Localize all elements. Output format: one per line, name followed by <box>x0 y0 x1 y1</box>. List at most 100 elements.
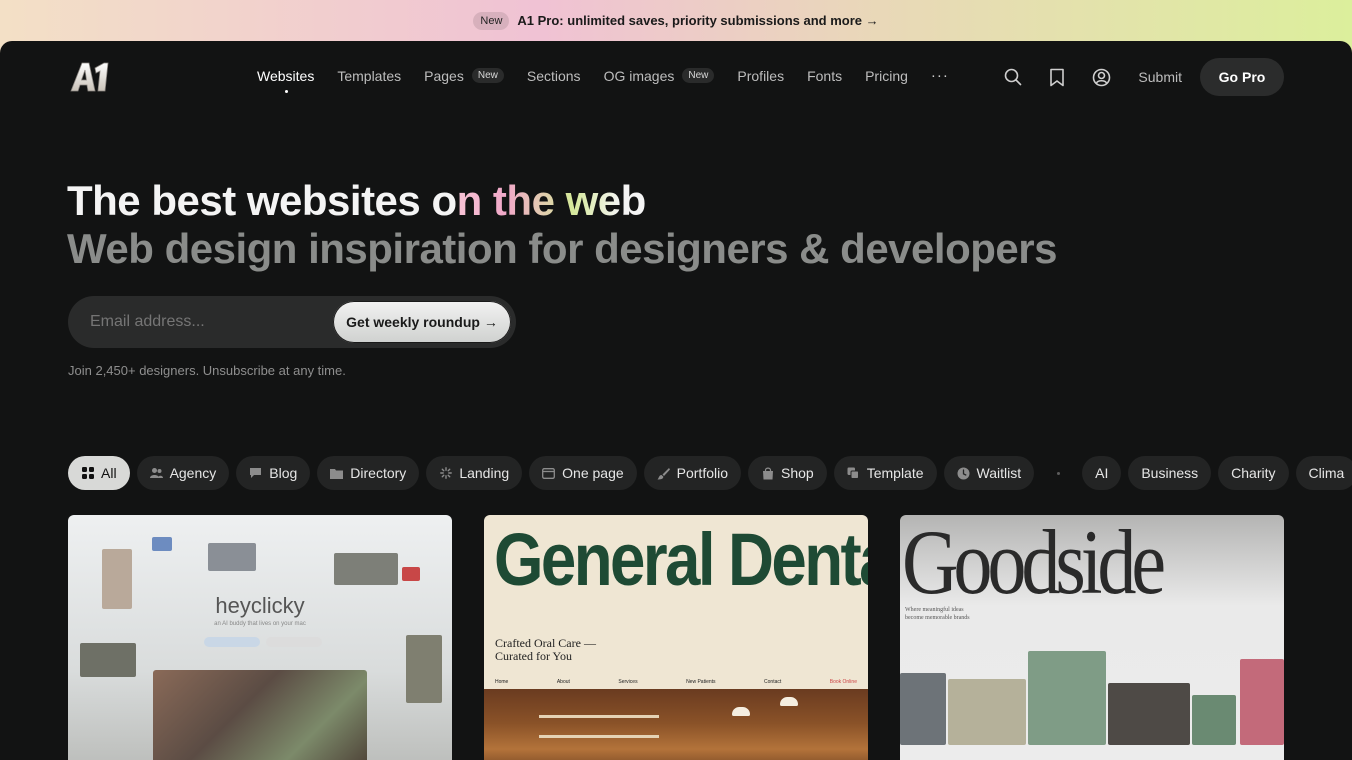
filter-shop[interactable]: Shop <box>748 456 827 490</box>
thumbnail <box>406 635 442 703</box>
nav-fonts[interactable]: Fonts <box>807 68 842 84</box>
card-hero-image <box>484 689 868 760</box>
more-icon: ··· <box>930 67 949 84</box>
nav-sections[interactable]: Sections <box>527 68 581 84</box>
card-buttons <box>204 637 322 647</box>
filter-label: Shop <box>781 465 814 481</box>
go-pro-button[interactable]: Go Pro <box>1200 58 1284 96</box>
filter-agency[interactable]: Agency <box>136 456 230 490</box>
a1-logo-icon <box>70 62 109 92</box>
thumbnail <box>1028 651 1106 745</box>
nav-label: Profiles <box>737 67 785 84</box>
newsletter-form: Get weekly roundup → <box>68 296 516 348</box>
spark-icon <box>439 467 452 480</box>
hero-title-plain: The best websites o <box>67 177 457 224</box>
filter-label: Charity <box>1231 465 1276 481</box>
filter-separator <box>1057 471 1061 475</box>
filter-label: Business <box>1141 465 1199 481</box>
nav-label: Pages <box>424 67 464 84</box>
nav-templates[interactable]: Templates <box>337 68 401 84</box>
filter-portfolio[interactable]: Portfolio <box>643 456 741 490</box>
card-nav-item: About <box>556 679 570 685</box>
nav-websites[interactable]: Websites <box>257 67 315 93</box>
thumbnail <box>1240 659 1284 745</box>
account-button[interactable] <box>1090 66 1112 88</box>
filter-charity[interactable]: Charity <box>1218 456 1289 490</box>
filter-label: Blog <box>269 465 298 481</box>
nav-label: Websites <box>257 67 315 84</box>
filter-waitlist[interactable]: Waitlist <box>943 456 1035 490</box>
site-card-general-dental[interactable]: General Dental Crafted Oral Care — Curat… <box>484 515 868 760</box>
tagline-line: Curated for You <box>495 649 572 663</box>
subtitle-line: become memorable brands <box>905 615 970 621</box>
nav-og-images[interactable]: OG images New <box>604 68 715 84</box>
chat-icon <box>249 467 262 480</box>
nav-profiles[interactable]: Profiles <box>737 68 784 84</box>
nav-label: Pricing <box>865 67 908 84</box>
main-nav: Websites Templates Pages New Sections OG… <box>257 67 972 93</box>
header-actions: Submit Go Pro <box>1002 58 1284 96</box>
search-icon <box>1005 68 1022 86</box>
filter-label: Directory <box>350 465 407 481</box>
card-title: General Dental <box>494 518 868 601</box>
get-weekly-roundup-button[interactable]: Get weekly roundup → <box>333 301 511 343</box>
hero-title: The best websites on the web <box>67 177 646 225</box>
filter-label: Template <box>866 465 924 481</box>
card-hero-image <box>153 670 367 760</box>
nav-pages[interactable]: Pages New <box>424 68 504 84</box>
bookmarks-button[interactable] <box>1046 66 1068 88</box>
announcement-bar[interactable]: New A1 Pro: unlimited saves, priority su… <box>0 0 1352 41</box>
filter-template[interactable]: Template <box>833 456 937 490</box>
search-button[interactable] <box>1002 66 1024 88</box>
shelf <box>539 715 659 718</box>
filter-business[interactable]: Business <box>1128 456 1212 490</box>
site-logo[interactable] <box>67 59 113 95</box>
main-panel: Websites Templates Pages New Sections OG… <box>0 41 1352 760</box>
filter-label: Agency <box>169 465 217 481</box>
people-icon <box>149 467 163 480</box>
filter-landing[interactable]: Landing <box>426 456 523 490</box>
more-menu-button[interactable]: ··· <box>931 67 949 84</box>
nav-label: Sections <box>526 67 581 84</box>
nav-pricing[interactable]: Pricing <box>865 68 908 84</box>
filter-label: Portfolio <box>676 465 728 481</box>
hero-title-end: b <box>620 177 647 224</box>
nav-label: Templates <box>337 67 402 84</box>
filter-directory[interactable]: Directory <box>317 456 420 490</box>
join-note: Join 2,450+ designers. Unsubscribe at an… <box>68 363 346 378</box>
grid-icon <box>81 467 94 480</box>
card-nav: Home About Services New Patients Contact… <box>495 679 857 685</box>
filter-ai[interactable]: AI <box>1082 456 1122 490</box>
filter-blog[interactable]: Blog <box>236 456 311 490</box>
lamp <box>780 697 798 706</box>
hero-subtitle: Web design inspiration for designers & d… <box>67 225 1057 272</box>
card-nav-item: New Patients <box>686 679 716 685</box>
card-nav-item: Book Online <box>829 679 857 685</box>
filter-label: Landing <box>459 465 510 481</box>
folder-icon <box>330 467 344 480</box>
nav-label: Fonts <box>807 67 843 84</box>
lamp <box>732 707 750 716</box>
nav-label: OG images <box>603 67 675 84</box>
submit-link[interactable]: Submit <box>1138 69 1182 85</box>
hero-title-gradient: n the we <box>456 177 622 224</box>
filter-label: One page <box>562 465 624 481</box>
card-nav-item: Services <box>618 679 638 685</box>
window-icon <box>542 467 556 480</box>
clock-icon <box>957 467 970 480</box>
thumbnail <box>1192 695 1236 745</box>
filter-label: Clima <box>1308 465 1345 481</box>
filter-one-page[interactable]: One page <box>529 456 637 490</box>
filter-climate[interactable]: Clima <box>1295 456 1352 490</box>
bag-icon <box>761 467 774 480</box>
thumbnail <box>208 543 256 571</box>
announcement-text[interactable]: A1 Pro: unlimited saves, priority submis… <box>517 13 878 28</box>
thumbnail <box>900 673 946 745</box>
thumbnail <box>334 553 398 585</box>
brush-icon <box>657 467 670 480</box>
bookmark-icon <box>1050 68 1065 86</box>
site-card-goodside[interactable]: Goodside Where meaningful ideas become m… <box>900 515 1284 760</box>
category-filters: All Agency Blog Directory Landing One pa… <box>68 456 1352 490</box>
site-card-heyclicky[interactable]: heyclicky an AI buddy that lives on your… <box>68 515 452 760</box>
filter-all[interactable]: All <box>68 456 130 490</box>
